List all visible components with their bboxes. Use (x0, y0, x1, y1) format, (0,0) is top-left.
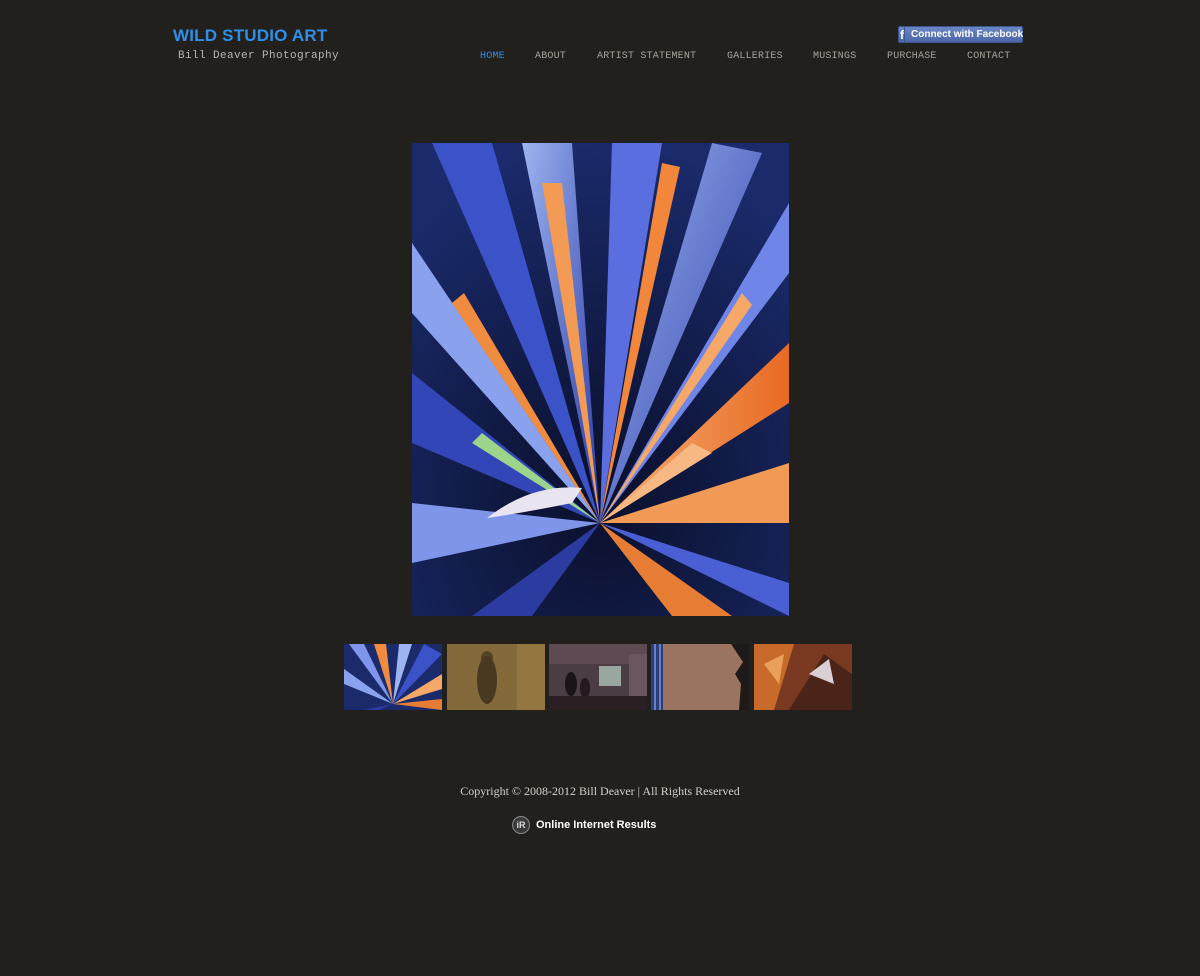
facebook-icon: f (900, 27, 905, 42)
nav-purchase[interactable]: PURCHASE (887, 51, 937, 62)
nav-about[interactable]: ABOUT (535, 51, 566, 62)
building-wall-thumbnail (651, 644, 749, 710)
abstract-orange-thumbnail (754, 644, 852, 710)
nav-home[interactable]: HOME (480, 51, 505, 62)
thumbnail-3[interactable] (549, 644, 647, 710)
thumbnail-2[interactable] (447, 644, 545, 710)
ir-logo-icon: iR (512, 816, 530, 834)
thumbnail-strip (344, 644, 852, 710)
facebook-connect-label: Connect with Facebook (911, 29, 1024, 40)
agave-plant-photo (412, 143, 789, 616)
online-internet-results-link[interactable]: iR Online Internet Results (512, 815, 656, 835)
copyright-text: Copyright © 2008-2012 Bill Deaver | All … (460, 784, 740, 798)
thumbnail-4[interactable] (651, 644, 749, 710)
agave-thumbnail (344, 644, 442, 710)
nav-artist-statement[interactable]: ARTIST STATEMENT (597, 51, 696, 62)
blurred-figure-thumbnail (447, 644, 545, 710)
gallery-interior-thumbnail (549, 644, 647, 710)
featured-photo[interactable] (412, 143, 789, 616)
thumbnail-1[interactable] (344, 644, 442, 710)
main-nav: HOME ABOUT ARTIST STATEMENT GALLERIES MU… (0, 51, 1200, 65)
nav-contact[interactable]: CONTACT (967, 51, 1010, 62)
nav-galleries[interactable]: GALLERIES (727, 51, 783, 62)
thumbnail-5[interactable] (754, 644, 852, 710)
credit-text: Online Internet Results (536, 819, 657, 831)
facebook-connect-button[interactable]: f Connect with Facebook (898, 26, 1023, 43)
nav-musings[interactable]: MUSINGS (813, 51, 856, 62)
site-title[interactable]: WILD STUDIO ART (173, 26, 327, 46)
